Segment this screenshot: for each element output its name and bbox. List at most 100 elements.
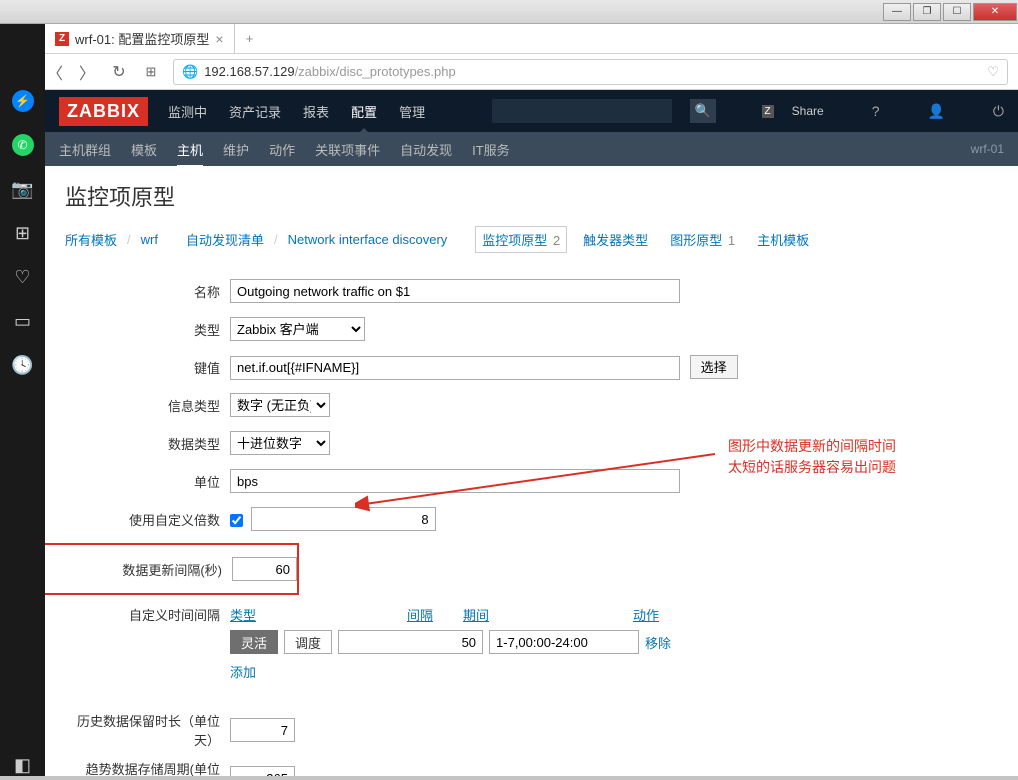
label-unit: 单位 xyxy=(75,472,230,491)
url-text: 192.168.57.129/zabbix/disc_prototypes.ph… xyxy=(204,64,981,79)
subnav-discovery[interactable]: 自动发现 xyxy=(400,132,452,167)
user-icon[interactable]: 👤 xyxy=(927,103,944,120)
logout-icon[interactable]: ⏻ xyxy=(993,103,1004,120)
tab-host-templates[interactable]: 主机模板 xyxy=(751,227,815,252)
subnav-correlation[interactable]: 关联项事件 xyxy=(315,132,380,167)
nav-reports[interactable]: 报表 xyxy=(301,90,331,133)
tab-trigger-prototypes[interactable]: 触发器类型 xyxy=(577,227,654,252)
zabbix-sub-nav: 主机群组 模板 主机 维护 动作 关联项事件 自动发现 IT服务 wrf-01 xyxy=(45,132,1018,166)
help-icon[interactable]: ? xyxy=(872,103,880,119)
nav-monitoring[interactable]: 监测中 xyxy=(166,90,209,133)
label-custom-intervals: 自定义时间间隔 xyxy=(75,605,230,624)
new-tab-button[interactable]: + xyxy=(235,24,265,53)
window-close-button[interactable] xyxy=(973,3,1017,21)
input-key[interactable] xyxy=(230,356,680,380)
label-data-type: 数据类型 xyxy=(75,434,230,453)
crumb-all-templates[interactable]: 所有模板 xyxy=(65,230,117,249)
header-action[interactable]: 动作 xyxy=(633,605,683,624)
input-name[interactable] xyxy=(230,279,680,303)
label-key: 键值 xyxy=(75,358,230,377)
history-icon[interactable]: 🕓 xyxy=(12,354,34,376)
subnav-templates[interactable]: 模板 xyxy=(131,132,157,167)
news-icon[interactable]: ▭ xyxy=(12,310,34,332)
header-period[interactable]: 期间 xyxy=(463,605,633,624)
select-type[interactable]: Zabbix 客户端 xyxy=(230,317,365,341)
share-link[interactable]: Share xyxy=(792,104,824,118)
subnav-maintenance[interactable]: 维护 xyxy=(223,132,249,167)
apps-icon[interactable]: ⊞ xyxy=(12,222,34,244)
reload-button[interactable]: ↻ xyxy=(109,62,129,82)
address-bar[interactable]: 🌐 192.168.57.129/zabbix/disc_prototypes.… xyxy=(173,59,1008,85)
nav-inventory[interactable]: 资产记录 xyxy=(227,90,283,133)
browser-tab[interactable]: Z wrf-01: 配置监控项原型 × xyxy=(45,24,235,53)
label-history: 历史数据保留时长（单位天） xyxy=(75,711,230,749)
zabbix-top-nav: ZABBIX 监测中 资产记录 报表 配置 管理 🔍 Z Share ? 👤 ⏻ xyxy=(45,90,1018,132)
input-multiplier[interactable] xyxy=(251,507,436,531)
label-multiplier: 使用自定义倍数 xyxy=(75,510,230,529)
tab-item-prototypes[interactable]: 监控项原型 2 xyxy=(475,226,567,253)
interval-row: 灵活 调度 移除 xyxy=(230,630,730,654)
input-unit[interactable] xyxy=(230,469,680,493)
globe-icon: 🌐 xyxy=(182,64,198,80)
highlight-box: 数据更新间隔(秒) xyxy=(45,543,299,595)
speed-dial-button[interactable]: ⊞ xyxy=(141,62,161,82)
whatsapp-icon[interactable]: ✆ xyxy=(12,134,34,156)
annotation-text: 图形中数据更新的间隔时间 太短的话服务器容易出问题 xyxy=(728,436,948,478)
crumb-template[interactable]: wrf xyxy=(141,232,158,247)
input-interval-value[interactable] xyxy=(338,630,483,654)
tab-graph-prototypes[interactable]: 图形原型 1 xyxy=(664,227,741,252)
label-update-interval: 数据更新间隔(秒) xyxy=(77,560,232,579)
label-trends: 趋势数据存储周期(单位天) xyxy=(75,759,230,776)
window-maximize-button[interactable] xyxy=(943,3,971,21)
opera-sidebar: ⚡ ✆ 📷 ⊞ ♡ ▭ 🕓 ◧ xyxy=(0,24,45,776)
link-remove-interval[interactable]: 移除 xyxy=(645,633,671,652)
input-period-value[interactable] xyxy=(489,630,639,654)
input-update-interval[interactable] xyxy=(232,557,297,581)
subnav-itservices[interactable]: IT服务 xyxy=(472,132,510,167)
header-interval[interactable]: 间隔 xyxy=(308,605,463,624)
zabbix-logo[interactable]: ZABBIX xyxy=(59,97,148,126)
sidebar-toggle-icon[interactable]: ◧ xyxy=(12,754,34,776)
select-data-type[interactable]: 十进位数字 xyxy=(230,431,330,455)
segment-flexible[interactable]: 灵活 xyxy=(230,630,278,654)
host-indicator: wrf-01 xyxy=(971,142,1004,156)
intervals-header: 类型 间隔 期间 动作 xyxy=(230,605,730,624)
heart-sidebar-icon[interactable]: ♡ xyxy=(12,266,34,288)
browser-toolbar: 〈 〉 ↻ ⊞ 🌐 192.168.57.129/zabbix/disc_pro… xyxy=(0,54,1018,90)
back-button[interactable]: 〈 xyxy=(45,62,65,82)
header-type[interactable]: 类型 xyxy=(230,605,308,624)
window-minimize-button[interactable] xyxy=(883,3,911,21)
subnav-hosts[interactable]: 主机 xyxy=(177,132,203,167)
label-name: 名称 xyxy=(75,282,230,301)
crumb-discovery-list[interactable]: 自动发现清单 xyxy=(186,230,264,249)
subnav-actions[interactable]: 动作 xyxy=(269,132,295,167)
input-trends[interactable] xyxy=(230,766,295,776)
forward-button[interactable]: 〉 xyxy=(77,62,97,82)
window-titlebar xyxy=(0,0,1018,24)
window-restore-button[interactable] xyxy=(913,3,941,21)
label-type: 类型 xyxy=(75,320,230,339)
link-add-interval[interactable]: 添加 xyxy=(230,665,256,680)
search-input[interactable] xyxy=(492,99,672,123)
tab-close-button[interactable]: × xyxy=(215,31,223,47)
nav-administration[interactable]: 管理 xyxy=(397,90,427,133)
button-key-select[interactable]: 选择 xyxy=(690,355,738,379)
page-title: 监控项原型 xyxy=(65,180,998,212)
zabbix-favicon: Z xyxy=(55,32,69,46)
select-info-type[interactable]: 数字 (无正负) xyxy=(230,393,330,417)
nav-configuration[interactable]: 配置 xyxy=(349,90,379,133)
crumb-discovery-rule[interactable]: Network interface discovery xyxy=(288,232,448,247)
checkbox-multiplier[interactable] xyxy=(230,514,243,527)
tab-title: wrf-01: 配置监控项原型 xyxy=(75,29,209,48)
item-prototype-form: 名称 类型 Zabbix 客户端 键值 选择 信息类型 数字 (无正负 xyxy=(75,277,998,776)
bookmark-icon[interactable]: ♡ xyxy=(987,64,999,80)
messenger-icon[interactable]: ⚡ xyxy=(12,90,34,112)
breadcrumbs: 所有模板 / wrf 自动发现清单 / Network interface di… xyxy=(65,226,998,253)
subnav-hostgroups[interactable]: 主机群组 xyxy=(59,132,111,167)
share-z-icon: Z xyxy=(762,105,774,118)
segment-scheduling[interactable]: 调度 xyxy=(284,630,332,654)
search-button[interactable]: 🔍 xyxy=(690,99,716,123)
browser-tab-row: Z wrf-01: 配置监控项原型 × + xyxy=(0,24,1018,54)
input-history[interactable] xyxy=(230,718,295,742)
camera-icon[interactable]: 📷 xyxy=(12,178,34,200)
